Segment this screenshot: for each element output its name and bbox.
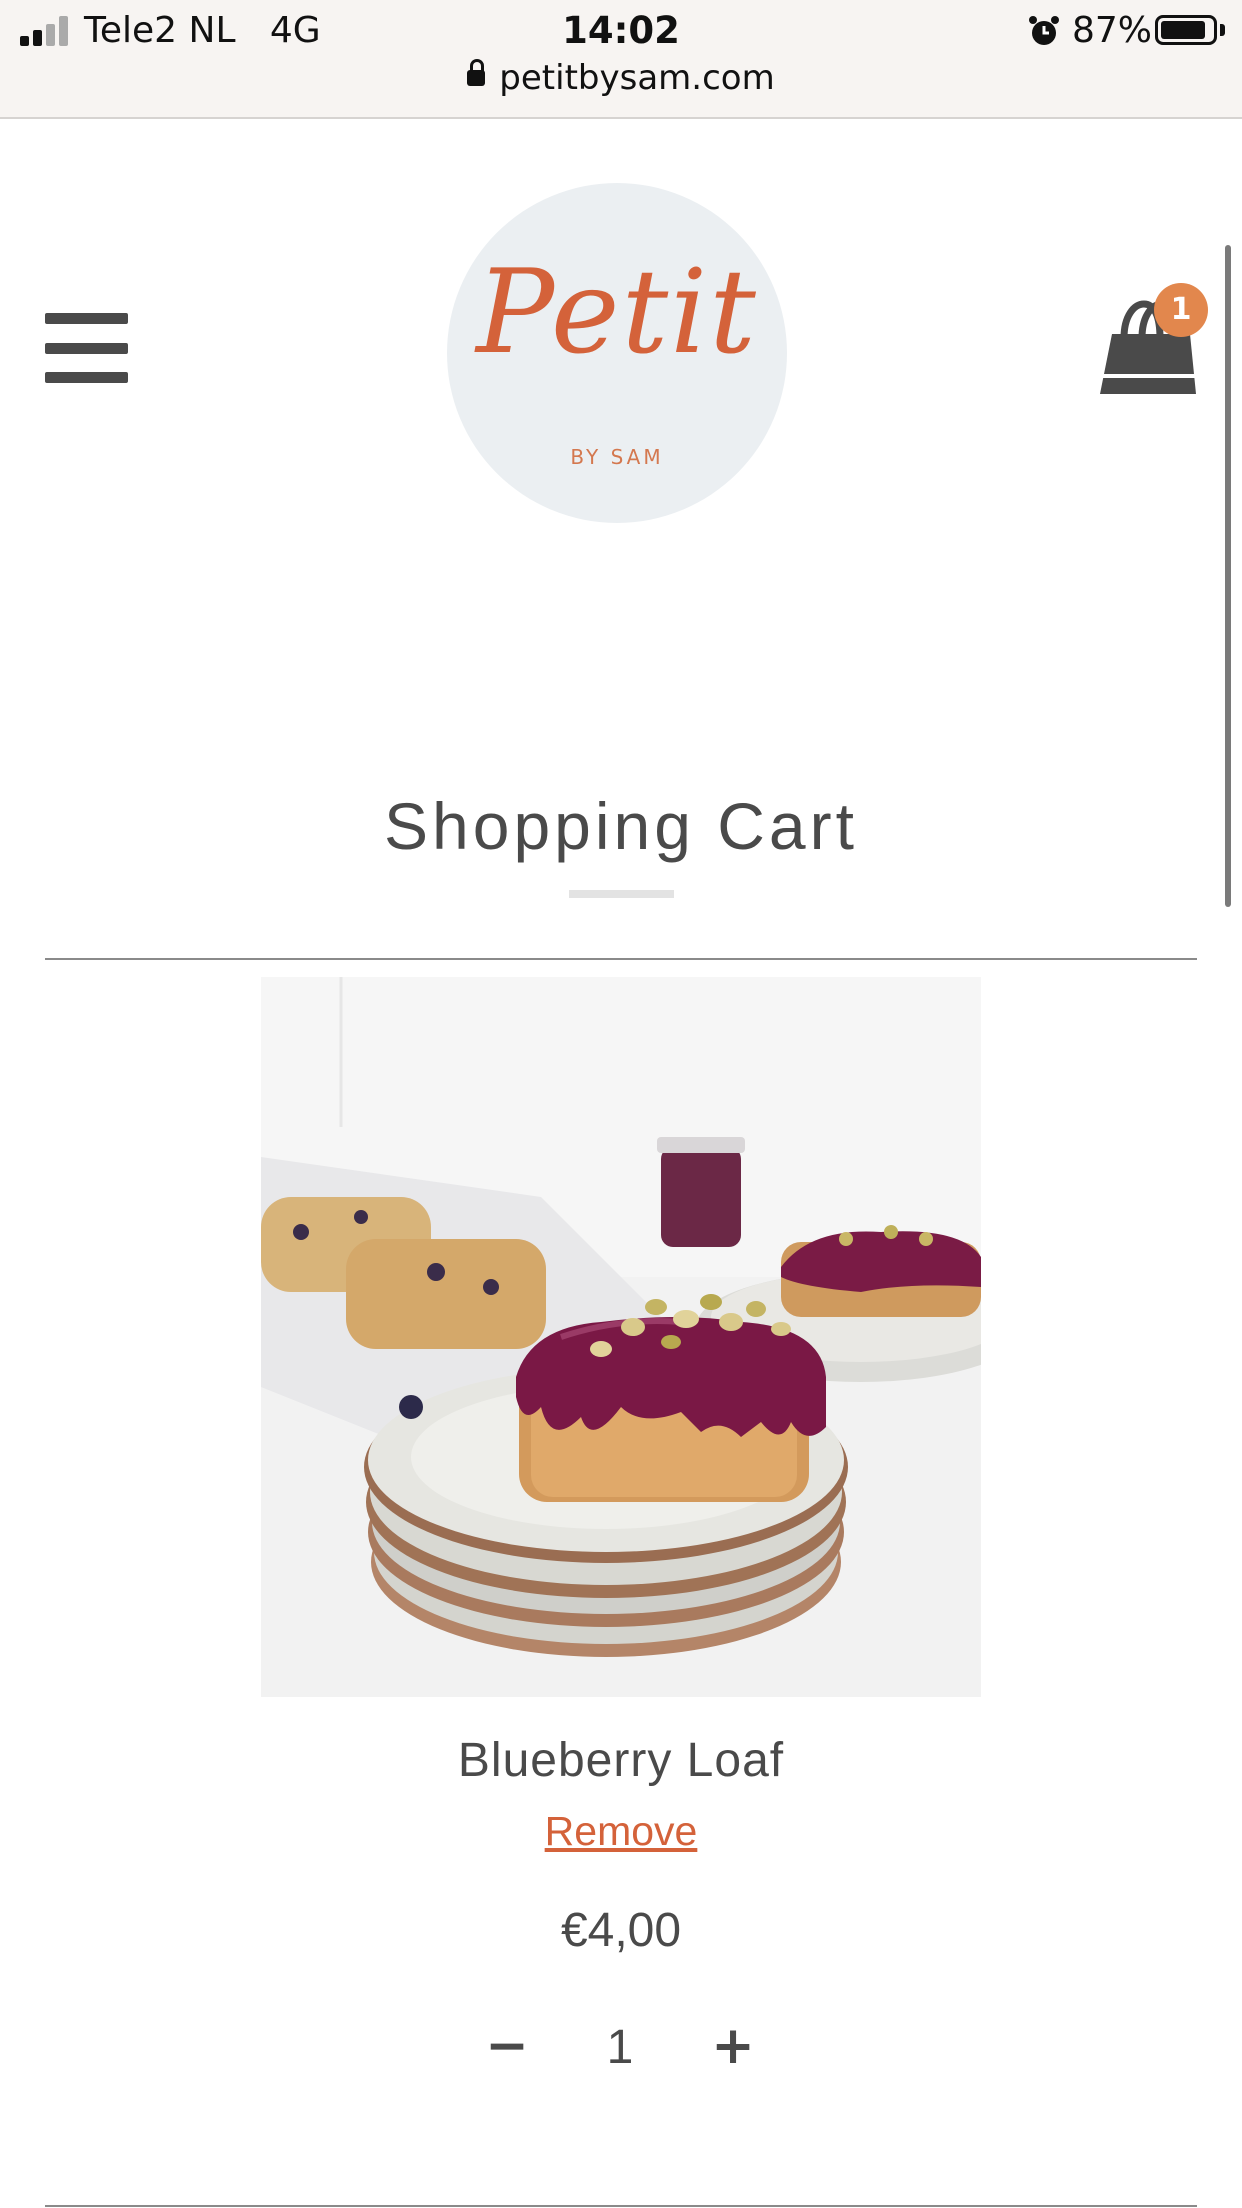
alarm-icon [1029, 16, 1059, 45]
logo-subtitle: BY SAM [570, 445, 664, 469]
page-title: Shopping Cart [384, 789, 858, 863]
quantity-value[interactable]: 1 [590, 2020, 650, 2075]
product-image[interactable] [261, 977, 981, 1697]
quantity-increment-button[interactable]: + [706, 2016, 760, 2076]
cart-count-badge: 1 [1154, 283, 1208, 337]
remove-item-link[interactable]: Remove [0, 1808, 1242, 1855]
quantity-decrement-button[interactable]: − [480, 2016, 534, 2076]
site-logo[interactable]: Petit BY SAM [447, 183, 787, 523]
hamburger-menu-icon[interactable] [45, 313, 128, 383]
cart-bottom-divider [45, 2205, 1197, 2207]
battery-level [1161, 21, 1205, 39]
logo-script-text: Petit [476, 245, 758, 380]
item-price: €4,00 [560, 1904, 682, 1957]
browser-top-bar: Tele2 NL 4G 14:02 87% petitbysam.com [0, 0, 1242, 119]
url-text: petitbysam.com [499, 58, 775, 98]
url-bar[interactable]: petitbysam.com [0, 58, 1242, 98]
battery-tip [1220, 24, 1225, 36]
battery-icon [1155, 15, 1217, 45]
cart-top-divider [45, 958, 1197, 960]
lock-icon [467, 58, 486, 86]
product-name[interactable]: Blueberry Loaf [0, 1733, 1242, 1788]
title-underline [569, 890, 674, 898]
battery-percent: 87% [1072, 10, 1153, 51]
status-bar: Tele2 NL 4G 14:02 87% [0, 0, 1242, 62]
